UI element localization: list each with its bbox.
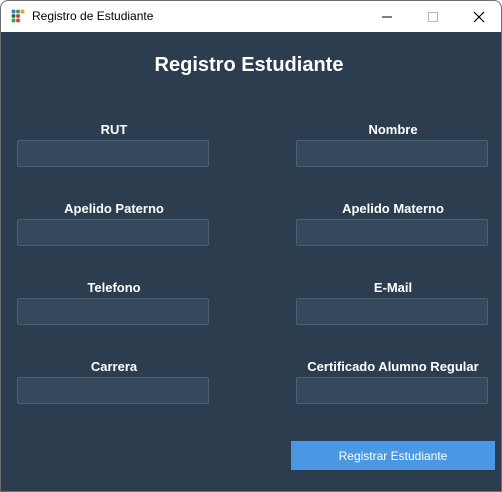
nombre-field[interactable] (296, 140, 488, 167)
nombre-label: Nombre (368, 122, 418, 137)
telefono-label: Telefono (87, 280, 141, 295)
window-title: Registro de Estudiante (32, 9, 154, 23)
email-label: E-Mail (373, 280, 413, 295)
form-panel: Registro Estudiante RUT Nombre Apelido P… (1, 32, 501, 491)
apellido-materno-label: Apelido Materno (342, 201, 444, 216)
grid-dots-icon (11, 9, 25, 23)
telefono-field[interactable] (17, 298, 209, 325)
register-student-button[interactable]: Registrar Estudiante (291, 441, 495, 470)
maximize-button[interactable] (410, 1, 456, 32)
certificado-label: Certificado Alumno Regular (307, 359, 479, 374)
carrera-label: Carrera (90, 359, 138, 374)
certificado-field[interactable] (296, 377, 488, 404)
form-heading: Registro Estudiante (154, 54, 344, 76)
maximize-icon (428, 12, 438, 22)
rut-field[interactable] (17, 140, 209, 167)
minimize-icon (382, 16, 392, 18)
minimize-button[interactable] (364, 1, 410, 32)
email-field[interactable] (296, 298, 488, 325)
title-bar[interactable]: Registro de Estudiante (1, 1, 501, 32)
app-window: Registro de Estudiante Registro Estudian… (0, 0, 502, 492)
apellido-materno-field[interactable] (296, 219, 488, 246)
close-icon (473, 11, 485, 23)
rut-label: RUT (100, 122, 128, 137)
apellido-paterno-field[interactable] (17, 219, 209, 246)
apellido-paterno-label: Apelido Paterno (64, 201, 164, 216)
close-button[interactable] (456, 1, 501, 32)
carrera-field[interactable] (17, 377, 209, 404)
